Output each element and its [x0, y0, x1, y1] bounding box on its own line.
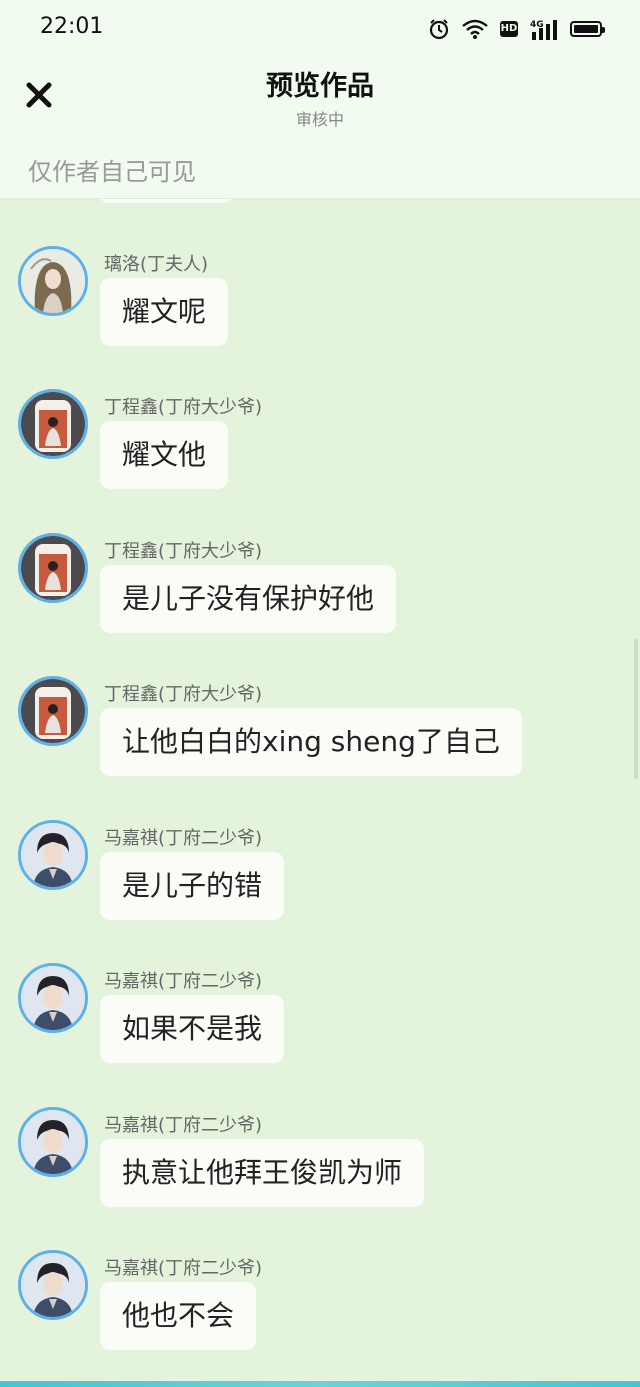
previous-message-bubble — [100, 199, 232, 203]
sender-name: 丁程鑫(丁府大少爷) — [104, 541, 263, 562]
avatar[interactable] — [18, 1250, 88, 1320]
status-icons: HD 4G — [428, 16, 605, 42]
young-man-avatar — [21, 966, 85, 1030]
app-root: 22:01 HD 4G 预览作品 审核中 仅作者自己可见 璃洛(丁夫人) 耀文呢… — [0, 0, 640, 1387]
avatar[interactable] — [18, 389, 88, 459]
message-item: 马嘉祺(丁府二少爷) 执意让他拜王俊凯为师 — [0, 1107, 640, 1237]
portrait-avatar — [21, 679, 85, 743]
message-item: 丁程鑫(丁府大少爷) 耀文他 — [0, 389, 640, 519]
sender-name: 璃洛(丁夫人) — [104, 254, 209, 275]
wifi-icon — [462, 19, 488, 39]
message-bubble[interactable]: 如果不是我 — [100, 995, 285, 1063]
message-item: 马嘉祺(丁府二少爷) 是儿子的错 — [0, 820, 640, 950]
portrait-avatar — [21, 536, 85, 600]
battery-icon — [570, 21, 605, 37]
message-bubble[interactable]: 是儿子没有保护好他 — [100, 565, 397, 633]
hd-icon: HD — [500, 21, 518, 37]
message-item: 丁程鑫(丁府大少爷) 让他白白的xing sheng了自己 — [0, 676, 640, 806]
bottom-accent-bar — [0, 1381, 640, 1387]
message-item: 丁程鑫(丁府大少爷) 是儿子没有保护好他 — [0, 533, 640, 663]
avatar[interactable] — [18, 1107, 88, 1177]
avatar[interactable] — [18, 246, 88, 316]
female-avatar — [21, 249, 85, 313]
message-bubble[interactable]: 执意让他拜王俊凯为师 — [100, 1139, 425, 1207]
message-item: 璃洛(丁夫人) 耀文呢 — [0, 246, 640, 376]
header: 22:01 HD 4G 预览作品 审核中 仅作者自己可见 — [0, 0, 640, 199]
sender-name: 马嘉祺(丁府二少爷) — [104, 828, 263, 849]
avatar[interactable] — [18, 533, 88, 603]
portrait-avatar — [21, 392, 85, 456]
avatar[interactable] — [18, 676, 88, 746]
signal-4g-icon: 4G — [530, 18, 558, 40]
message-item: 马嘉祺(丁府二少爷) 他也不会 — [0, 1250, 640, 1380]
page-title: 预览作品 — [266, 71, 374, 102]
message-bubble[interactable]: 耀文他 — [100, 421, 229, 489]
message-bubble[interactable]: 让他白白的xing sheng了自己 — [100, 708, 522, 776]
alarm-icon — [428, 18, 450, 40]
message-bubble[interactable]: 是儿子的错 — [100, 852, 285, 920]
message-bubble[interactable]: 耀文呢 — [100, 278, 229, 346]
young-man-avatar — [21, 1110, 85, 1174]
young-man-avatar — [21, 1253, 85, 1317]
avatar[interactable] — [18, 820, 88, 890]
sender-name: 马嘉祺(丁府二少爷) — [104, 971, 263, 992]
sender-name: 丁程鑫(丁府大少爷) — [104, 397, 263, 418]
scrollbar[interactable] — [634, 639, 638, 779]
message-item: 马嘉祺(丁府二少爷) 如果不是我 — [0, 963, 640, 1093]
visibility-note: 仅作者自己可见 — [28, 158, 196, 186]
message-bubble[interactable]: 他也不会 — [100, 1282, 257, 1350]
review-status: 审核中 — [295, 110, 344, 129]
avatar[interactable] — [18, 963, 88, 1033]
status-time: 22:01 — [40, 14, 104, 39]
sender-name: 马嘉祺(丁府二少爷) — [104, 1115, 263, 1136]
sender-name: 马嘉祺(丁府二少爷) — [104, 1258, 263, 1279]
sender-name: 丁程鑫(丁府大少爷) — [104, 684, 263, 705]
chat-messages[interactable]: 璃洛(丁夫人) 耀文呢 丁程鑫(丁府大少爷) 耀文他 丁程鑫(丁府大少爷) 是儿… — [0, 199, 640, 1381]
young-man-avatar — [21, 823, 85, 887]
status-bar: 22:01 HD 4G — [0, 0, 640, 56]
